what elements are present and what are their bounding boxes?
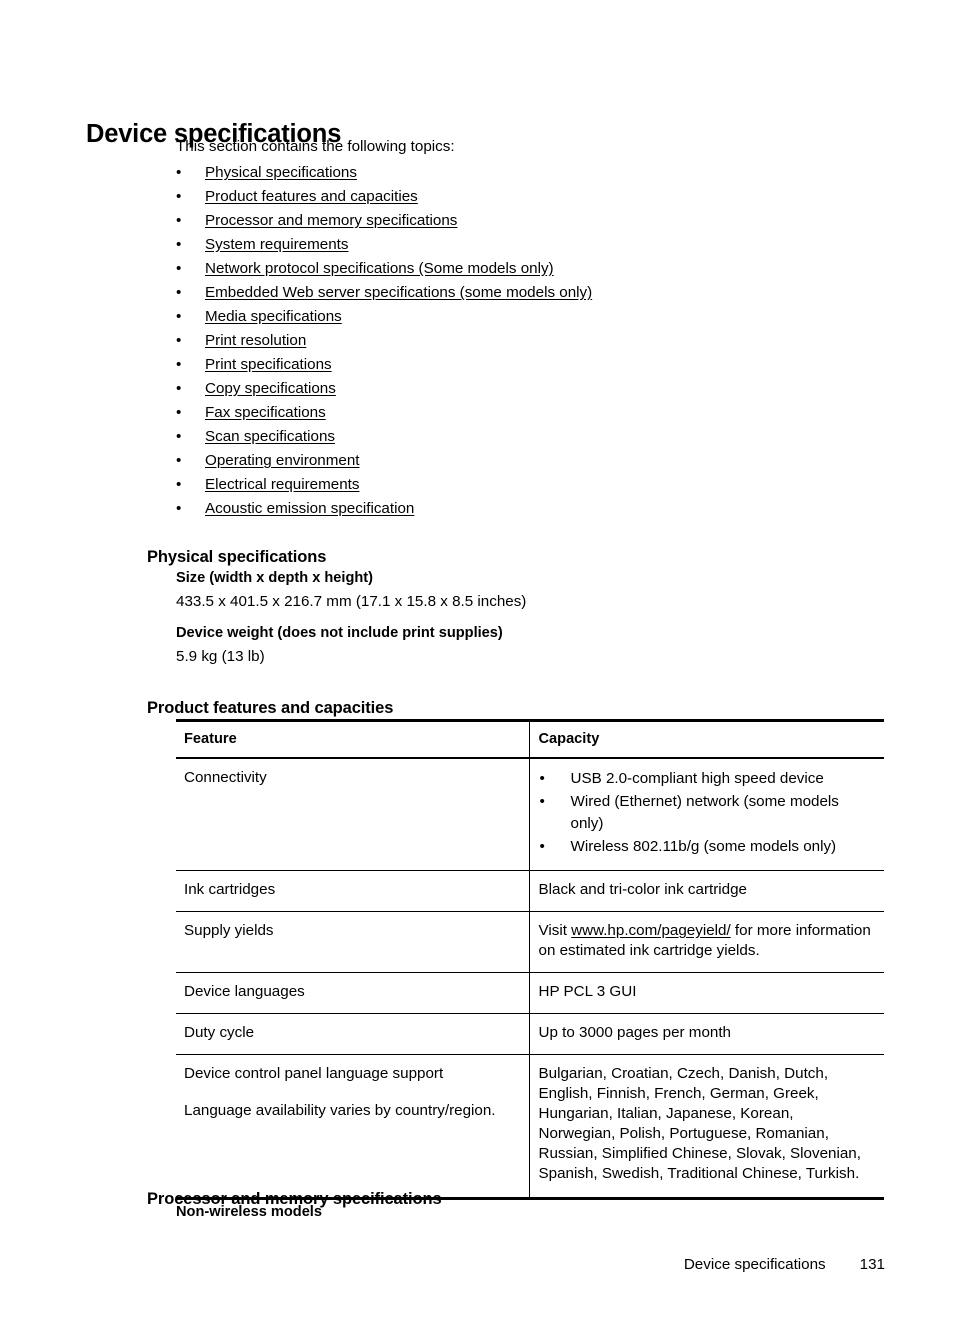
column-header-capacity: Capacity: [529, 719, 884, 759]
table-row: Supply yields Visit www.hp.com/pageyield…: [176, 911, 884, 973]
cell-feature: Duty cycle: [176, 1013, 530, 1055]
toc-link-system-requirements[interactable]: System requirements: [205, 236, 349, 253]
list-item: • USB 2.0-compliant high speed device: [539, 768, 875, 790]
list-item: • Physical specifications: [176, 161, 896, 185]
table-body: Connectivity • USB 2.0-compliant high sp…: [176, 758, 884, 1200]
cell-capacity: • USB 2.0-compliant high speed device • …: [529, 758, 884, 871]
bullet-icon: •: [176, 380, 182, 397]
table-row: Connectivity • USB 2.0-compliant high sp…: [176, 758, 884, 871]
toc-link-print-resolution[interactable]: Print resolution: [205, 332, 306, 349]
toc-link-fax-specifications[interactable]: Fax specifications: [205, 404, 326, 421]
toc-link-acoustic-emission-specification[interactable]: Acoustic emission specification: [205, 500, 414, 517]
section-heading-product-features: Product features and capacities: [147, 698, 394, 717]
list-item: • Wireless 802.11b/g (some models only): [539, 836, 875, 858]
toc-link-copy-specifications[interactable]: Copy specifications: [205, 380, 336, 397]
table-row: Device control panel language support La…: [176, 1054, 884, 1200]
list-item: • Product features and capacities: [176, 185, 896, 209]
toc-link-media-specifications[interactable]: Media specifications: [205, 308, 342, 325]
section-heading-physical-specifications: Physical specifications: [147, 547, 327, 566]
table-row: Duty cycle Up to 3000 pages per month: [176, 1013, 884, 1055]
list-item: • Print specifications: [176, 353, 896, 377]
link-pageyield[interactable]: www.hp.com/pageyield/: [571, 922, 731, 939]
toc-link-electrical-requirements[interactable]: Electrical requirements: [205, 476, 359, 493]
bullet-icon: •: [176, 428, 182, 445]
list-item: • Acoustic emission specification: [176, 497, 896, 521]
label-device-weight: Device weight (does not include print su…: [176, 625, 503, 641]
list-item: • Copy specifications: [176, 377, 896, 401]
bullet-icon: •: [176, 404, 182, 421]
cell-feature: Ink cartridges: [176, 870, 530, 912]
table-row: Device languages HP PCL 3 GUI: [176, 972, 884, 1014]
list-item: • Processor and memory specifications: [176, 209, 896, 233]
bullet-icon: •: [176, 164, 182, 181]
list-item-label: Wireless 802.11b/g (some models only): [570, 838, 837, 855]
list-item: • Network protocol specifications (Some …: [176, 257, 896, 281]
bullet-icon: •: [176, 332, 182, 349]
toc-link-product-features-and-capacities[interactable]: Product features and capacities: [205, 188, 418, 205]
bullet-icon: •: [176, 284, 182, 301]
toc-link-network-protocol-specifications[interactable]: Network protocol specifications (Some mo…: [205, 260, 554, 277]
topics-list: • Physical specifications • Product feat…: [176, 161, 896, 521]
cell-capacity: Black and tri-color ink cartridge: [529, 870, 884, 912]
cell-feature: Supply yields: [176, 911, 530, 973]
list-item: • Print resolution: [176, 329, 896, 353]
bullet-icon: •: [539, 793, 545, 810]
document-page: Device specifications This section conta…: [0, 0, 954, 1321]
page-footer: Device specifications 131: [684, 1256, 885, 1273]
list-item: • Electrical requirements: [176, 473, 896, 497]
toc-link-scan-specifications[interactable]: Scan specifications: [205, 428, 335, 445]
product-features-table: Feature Capacity Connectivity • USB 2.0-…: [176, 719, 884, 1200]
bullet-icon: •: [176, 500, 182, 517]
list-item-label: USB 2.0-compliant high speed device: [570, 770, 824, 787]
list-item: • System requirements: [176, 233, 896, 257]
subheading-non-wireless-models: Non-wireless models: [176, 1204, 322, 1220]
bullet-icon: •: [176, 476, 182, 493]
cell-feature-label: Device control panel language support: [184, 1065, 444, 1082]
toc-link-print-specifications[interactable]: Print specifications: [205, 356, 332, 373]
list-item: • Scan specifications: [176, 425, 896, 449]
bullet-icon: •: [176, 260, 182, 277]
value-size: 433.5 x 401.5 x 216.7 mm (17.1 x 15.8 x …: [176, 593, 527, 610]
bullet-icon: •: [176, 308, 182, 325]
cell-feature-note: Language availability varies by country/…: [184, 1102, 496, 1119]
bullet-icon: •: [539, 770, 545, 787]
cell-capacity: Bulgarian, Croatian, Czech, Danish, Dutc…: [529, 1054, 884, 1200]
cell-capacity: Up to 3000 pages per month: [529, 1013, 884, 1055]
bullet-icon: •: [176, 452, 182, 469]
cell-feature: Device languages: [176, 972, 530, 1014]
list-item: • Media specifications: [176, 305, 896, 329]
list-item: • Wired (Ethernet) network (some models …: [539, 791, 875, 835]
cell-capacity: HP PCL 3 GUI: [529, 972, 884, 1014]
toc-link-operating-environment[interactable]: Operating environment: [205, 452, 360, 469]
capacity-bullet-list: • USB 2.0-compliant high speed device • …: [539, 768, 875, 858]
table-header: Feature Capacity: [176, 719, 884, 759]
cell-feature: Device control panel language support La…: [176, 1054, 530, 1200]
toc-link-physical-specifications[interactable]: Physical specifications: [205, 164, 357, 181]
table-header-row: Feature Capacity: [176, 719, 884, 759]
toc-section: This section contains the following topi…: [176, 137, 896, 521]
footer-section-title: Device specifications: [683, 1256, 826, 1273]
capacity-text-prefix: Visit: [538, 922, 572, 939]
list-item-label: Wired (Ethernet) network (some models on…: [570, 793, 839, 832]
footer-page-number: 131: [859, 1256, 885, 1273]
intro-text: This section contains the following topi…: [176, 138, 455, 155]
bullet-icon: •: [176, 236, 182, 253]
bullet-icon: •: [176, 212, 182, 229]
list-item: • Fax specifications: [176, 401, 896, 425]
toc-link-processor-and-memory-specifications[interactable]: Processor and memory specifications: [205, 212, 457, 229]
label-size: Size (width x depth x height): [176, 570, 374, 586]
cell-feature: Connectivity: [176, 758, 530, 871]
list-item: • Embedded Web server specifications (so…: [176, 281, 896, 305]
toc-link-embedded-web-server-specifications[interactable]: Embedded Web server specifications (some…: [205, 284, 592, 301]
table-row: Ink cartridges Black and tri-color ink c…: [176, 870, 884, 912]
bullet-icon: •: [539, 838, 545, 855]
bullet-icon: •: [176, 188, 182, 205]
bullet-icon: •: [176, 356, 182, 373]
list-item: • Operating environment: [176, 449, 896, 473]
value-device-weight: 5.9 kg (13 lb): [176, 648, 265, 665]
column-header-feature: Feature: [176, 719, 530, 759]
cell-capacity: Visit www.hp.com/pageyield/ for more inf…: [529, 911, 884, 973]
